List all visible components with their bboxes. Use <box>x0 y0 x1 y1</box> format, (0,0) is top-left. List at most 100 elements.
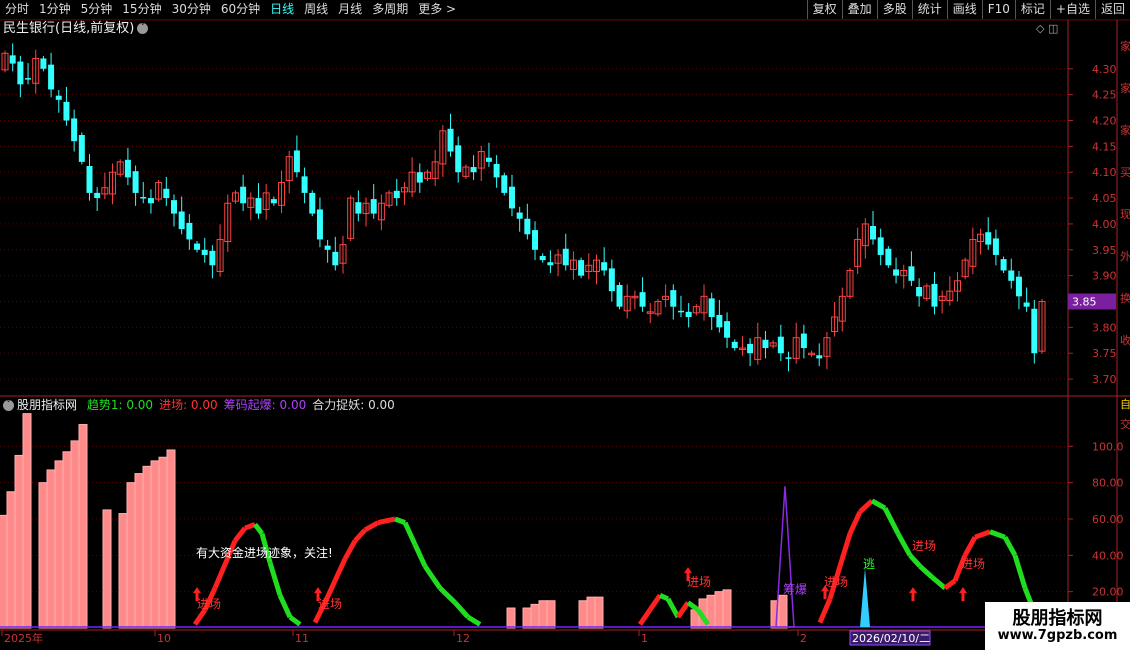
pink-bar <box>714 591 724 629</box>
big-money-label: 有大资金进场迹象，关注! <box>196 545 333 560</box>
pink-bar <box>546 600 556 629</box>
candle-down <box>132 171 139 193</box>
candle-down <box>209 250 216 266</box>
trend-segment <box>332 557 348 582</box>
pink-bar <box>126 482 136 629</box>
candle-down <box>78 134 85 162</box>
price-tick-label: 3.95 <box>1092 244 1117 257</box>
up-arrow-icon <box>909 587 917 602</box>
side-label: 家 <box>1120 81 1130 95</box>
trend-segment <box>342 539 358 561</box>
candle-down <box>201 249 208 255</box>
pink-bar <box>70 440 80 629</box>
pink-bar <box>530 603 540 629</box>
up-arrow-icon <box>959 587 967 602</box>
candle-down <box>1015 276 1022 297</box>
pink-bar <box>166 449 176 629</box>
candle-down <box>893 269 900 276</box>
trend-segment <box>637 608 653 626</box>
candle-down <box>685 311 692 318</box>
pink-bar <box>22 413 32 629</box>
side-label: 收 <box>1120 333 1130 347</box>
time-tick-label: 2025年 <box>4 631 43 645</box>
trend-segment <box>895 532 913 557</box>
watermark-name: 股朋指标网 <box>1012 608 1103 629</box>
trend-segment <box>466 614 482 627</box>
candle-down <box>86 166 93 193</box>
pink-bar <box>14 454 24 629</box>
pink-bar <box>778 594 788 629</box>
candle-down <box>677 310 684 313</box>
candle-down <box>816 355 823 359</box>
time-tick-label: 11 <box>295 632 309 645</box>
enter-label: 进场 <box>318 597 342 611</box>
pink-bar <box>134 473 144 629</box>
candle-down <box>716 314 723 328</box>
trend-segment <box>665 597 681 619</box>
indicator-value-1: 进场: 0.00 <box>159 398 218 412</box>
side-label: 家 <box>1120 39 1130 53</box>
pink-bar <box>506 607 516 629</box>
candle-down <box>355 202 362 214</box>
trend-segment <box>394 516 406 525</box>
candle-down <box>908 266 915 281</box>
pink-bar <box>62 451 72 629</box>
candle-down <box>55 95 62 100</box>
trend-segment <box>962 535 978 557</box>
time-tick-label: 2 <box>800 632 807 645</box>
pink-bar <box>118 513 128 629</box>
candle-down <box>1031 308 1038 354</box>
candle-down <box>870 225 877 240</box>
side-label: 家 <box>1120 123 1130 137</box>
trend-segment <box>647 593 663 612</box>
trend-segment <box>377 516 396 526</box>
candle-down <box>255 198 262 214</box>
trend-segment <box>870 498 887 511</box>
pink-bar <box>102 509 112 629</box>
side-label: 外 <box>1120 250 1130 263</box>
candle-down <box>94 192 101 199</box>
candle-down <box>762 339 769 349</box>
escape-spike <box>860 568 870 627</box>
enter-label: 进场 <box>687 575 711 589</box>
candle-down <box>916 287 923 297</box>
candle-down <box>601 262 608 271</box>
candle-down <box>147 198 154 204</box>
candle-down <box>985 232 992 245</box>
pink-bar <box>78 424 88 629</box>
candle-down <box>447 128 454 152</box>
candle-down <box>670 290 677 307</box>
candle-down <box>785 357 792 359</box>
indicator-tick-label: 20.00 <box>1092 586 1124 599</box>
pink-bar <box>0 514 8 629</box>
candle-down <box>724 321 731 338</box>
candle-down <box>25 78 32 80</box>
trend-segment <box>212 563 228 590</box>
candle-down <box>992 238 999 255</box>
candle-down <box>163 188 170 199</box>
watermark-url: www.7gpzb.com <box>997 628 1118 643</box>
candle-down <box>508 186 515 209</box>
pink-bar <box>54 460 64 629</box>
price-tick-label: 4.10 <box>1092 166 1117 179</box>
pink-bar <box>6 491 16 629</box>
candle-down <box>17 61 24 85</box>
candle-down <box>931 283 938 307</box>
price-tick-label: 3.70 <box>1092 373 1117 386</box>
candle-down <box>9 55 16 64</box>
trend-segment <box>353 528 367 543</box>
trend-segment <box>930 575 947 590</box>
candle-down <box>316 209 323 240</box>
candle-down <box>40 58 47 69</box>
pink-bar <box>594 596 604 629</box>
chevron-down-icon[interactable]: ˅ <box>3 400 14 411</box>
burst-label: 筹爆 <box>783 582 807 596</box>
candle-down <box>186 222 193 240</box>
escape-label: 逃 <box>863 557 875 571</box>
candle-down <box>470 167 477 173</box>
indicator-value-3: 合力捉妖: 0.00 <box>312 398 395 412</box>
trend-segment <box>837 532 853 567</box>
chart-canvas[interactable]: 4.30 4.25 4.20 4.15 4.10 4.05 4.00 3.95 3.90 3.85… <box>0 0 1130 650</box>
candle-down <box>170 200 177 214</box>
trend-segment <box>817 597 833 624</box>
